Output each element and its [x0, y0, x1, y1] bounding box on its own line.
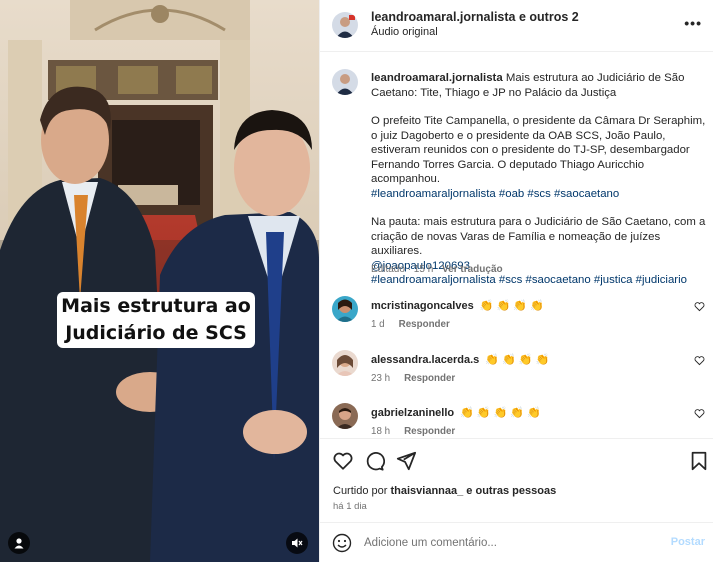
reply-button[interactable]: Responder — [404, 373, 455, 384]
comment-username[interactable]: mcristinagoncalves — [371, 300, 474, 312]
share-icon[interactable] — [395, 450, 417, 472]
video-caption: Mais estrutura ao Judiciário de SCS — [57, 292, 255, 348]
liked-prefix: Curtido por — [333, 485, 391, 497]
video-frame — [0, 0, 319, 562]
comment-icon[interactable] — [363, 450, 385, 472]
comment-text: 👏 👏 👏 👏 👏 — [460, 407, 541, 419]
comment-input[interactable] — [364, 534, 654, 552]
add-comment-bar: Postar — [320, 522, 713, 562]
mute-button[interactable] — [286, 532, 308, 554]
reel-video[interactable]: Mais estrutura ao Judiciário de SCS — [0, 0, 319, 562]
comment-username[interactable]: alessandra.lacerda.s — [371, 354, 479, 366]
comment-avatar[interactable] — [332, 296, 358, 322]
comment-avatar[interactable] — [332, 350, 358, 376]
caption-paragraph-2: Na pauta: mais estrutura para o Judiciár… — [371, 216, 706, 257]
more-horizontal-icon: ••• — [684, 15, 702, 31]
heart-icon[interactable] — [694, 355, 705, 366]
comment-time: 23 h — [371, 373, 391, 384]
audio-link[interactable]: Áudio original — [371, 26, 438, 38]
hashtags-1[interactable]: #leandroamaraljornalista #oab #scs #saoc… — [371, 188, 619, 200]
caption-author-avatar[interactable] — [332, 69, 358, 95]
caption-meta: Editado · 15 h Ver tradução — [371, 264, 503, 275]
bookmark-icon[interactable] — [688, 450, 710, 472]
post-panel: leandroamaral.jornalista e outros 2 Áudi… — [319, 0, 713, 562]
edited-time: Editado · 15 h — [371, 264, 434, 275]
post-comment-button[interactable]: Postar — [671, 536, 705, 548]
author-names-link[interactable]: leandroamaral.jornalista e outros 2 — [371, 10, 579, 24]
comment-item: alessandra.lacerda.s 👏 👏 👏 👏 23 h Responde… — [320, 347, 713, 397]
liked-others-link[interactable]: e outras pessoas — [463, 485, 556, 497]
caption-paragraph-1: O prefeito Tite Campanella, o presidente… — [371, 115, 706, 185]
heart-icon[interactable] — [694, 301, 705, 312]
video-caption-line-2: Judiciário de SCS — [65, 322, 247, 344]
post-actions: Curtido por thaisviannaa_ e outras pesso… — [320, 438, 713, 522]
post-age: há 1 dia — [333, 501, 367, 512]
comment-text: 👏 👏 👏 👏 — [479, 300, 544, 312]
video-caption-line-1: Mais estrutura ao — [61, 295, 251, 317]
reply-button[interactable]: Responder — [404, 426, 455, 437]
heart-icon[interactable] — [332, 450, 354, 472]
caption-username[interactable]: leandroamaral.jornalista — [371, 72, 503, 84]
comment-username[interactable]: gabrielzaninello — [371, 407, 454, 419]
comment-time: 18 h — [371, 426, 391, 437]
comment-item: mcristinagoncalves 👏 👏 👏 👏 1 d Responder — [320, 293, 713, 343]
post-header: leandroamaral.jornalista e outros 2 Áudi… — [320, 0, 713, 52]
speaker-muted-icon — [292, 538, 303, 548]
person-icon — [14, 538, 24, 549]
comment-time: 1 d — [371, 319, 385, 330]
liked-by-text: Curtido por thaisviannaa_ e outras pesso… — [333, 485, 556, 497]
more-options-button[interactable]: ••• — [684, 15, 702, 31]
heart-icon[interactable] — [694, 408, 705, 419]
tagged-users-button[interactable] — [8, 532, 30, 554]
emoji-icon[interactable] — [332, 533, 352, 553]
author-avatar[interactable] — [332, 12, 358, 38]
hashtags-2[interactable]: #leandroamaraljornalista #scs #saocaetan… — [371, 274, 687, 286]
reply-button[interactable]: Responder — [399, 319, 450, 330]
liked-user-link[interactable]: thaisviannaa_ — [390, 485, 463, 497]
comment-text: 👏 👏 👏 👏 — [485, 354, 550, 366]
comment-avatar[interactable] — [332, 403, 358, 429]
see-translation-button[interactable]: Ver tradução — [442, 264, 503, 275]
